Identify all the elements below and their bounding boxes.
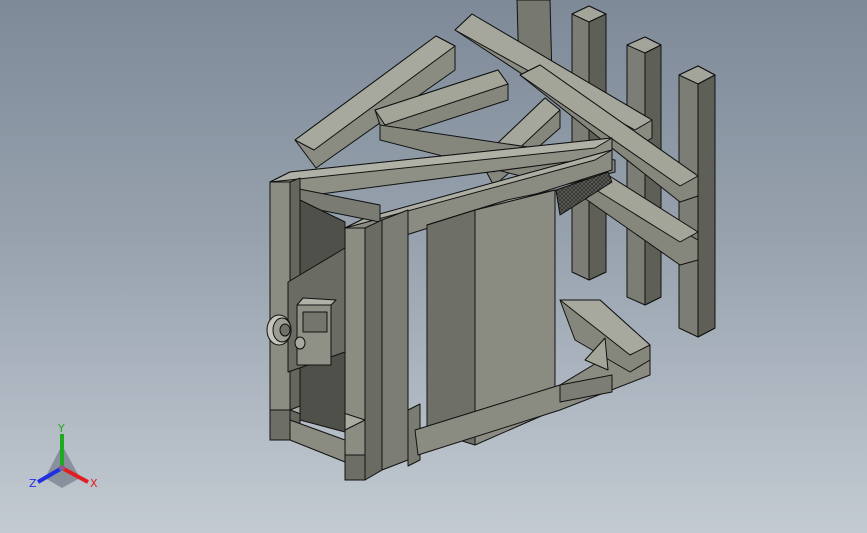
triad-origin [59, 465, 65, 471]
graphics-viewport[interactable]: Y X Z [0, 0, 867, 533]
triad-x-label: X [90, 477, 98, 490]
triad-z-label: Z [29, 477, 37, 490]
triad-y-label: Y [57, 422, 65, 435]
view-triad[interactable]: Y X Z [29, 422, 98, 490]
cad-model-assembly[interactable] [266, 0, 716, 481]
